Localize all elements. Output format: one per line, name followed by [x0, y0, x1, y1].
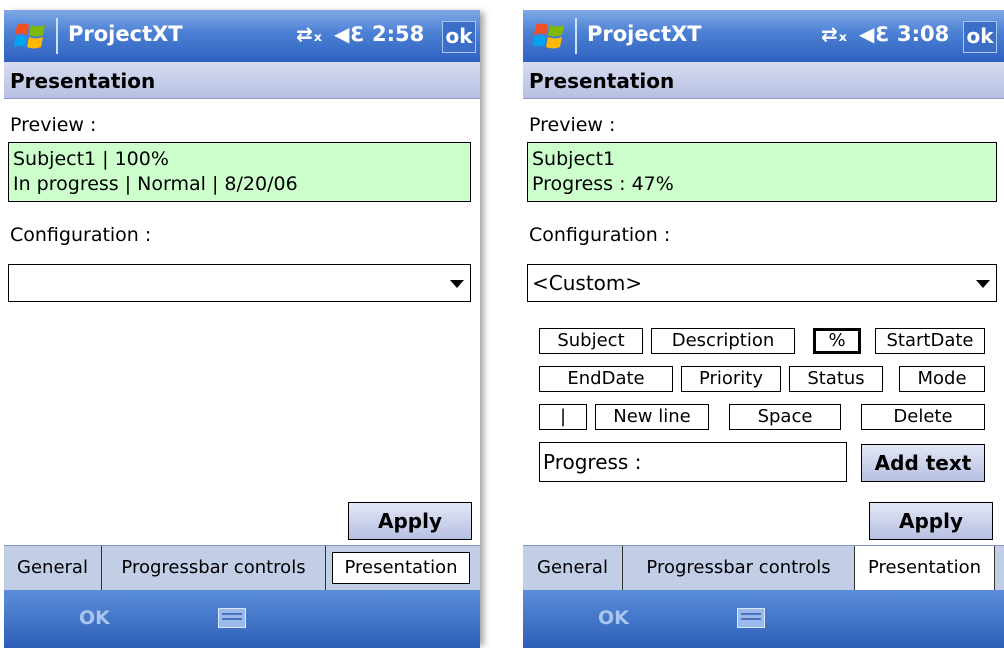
keyboard-icon[interactable] [737, 608, 765, 628]
tab-presentation[interactable]: Presentation [855, 546, 995, 590]
clock[interactable]: 2:58 [372, 22, 424, 46]
custom-text-input[interactable]: Progress : [539, 442, 847, 482]
tab-general[interactable]: General [523, 546, 623, 590]
add-text-button[interactable]: Add text [861, 444, 985, 482]
preview-line-2: Progress : 47% [532, 173, 674, 195]
tab-bar: General Progressbar controls Presentatio… [523, 545, 1004, 591]
apply-button[interactable]: Apply [869, 502, 993, 540]
token-mode-button[interactable]: Mode [899, 366, 985, 392]
token-space-button[interactable]: Space [729, 404, 841, 430]
chevron-down-icon [976, 280, 990, 288]
ok-button[interactable]: ok [442, 21, 476, 53]
configuration-label: Configuration : [529, 224, 671, 246]
preview-label: Preview : [10, 114, 97, 136]
app-title: ProjectXT [68, 22, 183, 46]
configuration-dropdown[interactable] [8, 264, 471, 302]
clock[interactable]: 3:08 [897, 22, 949, 46]
softkey-ok[interactable]: OK [598, 607, 629, 629]
token-pipe-button[interactable]: | [539, 404, 587, 430]
ok-button[interactable]: ok [963, 21, 997, 53]
keyboard-icon[interactable] [218, 608, 246, 628]
softkey-bar: OK [4, 590, 480, 648]
tab-progressbar-controls[interactable]: Progressbar controls [623, 546, 855, 590]
token-percent-button[interactable]: % [813, 328, 861, 354]
softkey-ok[interactable]: OK [79, 607, 110, 629]
title-bar: ProjectXT ⇄ₓ ◀ℇ 2:58 ok [4, 10, 480, 62]
page-header: Presentation [4, 62, 480, 99]
token-priority-button[interactable]: Priority [681, 366, 781, 392]
windows-logo-icon[interactable] [533, 19, 567, 53]
connectivity-icon[interactable]: ⇄ₓ [296, 22, 323, 46]
title-bar: ProjectXT ⇄ₓ ◀ℇ 3:08 ok [523, 10, 1004, 62]
chevron-down-icon [450, 280, 464, 288]
preview-label: Preview : [529, 114, 616, 136]
device-screen-2: ProjectXT ⇄ₓ ◀ℇ 3:08 ok Presentation Pre… [523, 10, 1004, 648]
page-title: Presentation [10, 69, 156, 93]
token-newline-button[interactable]: New line [595, 404, 709, 430]
speaker-icon[interactable]: ◀ℇ [334, 22, 364, 46]
preview-box: Subject1 | 100% In progress | Normal | 8… [8, 142, 471, 202]
token-status-button[interactable]: Status [789, 366, 883, 392]
speaker-icon[interactable]: ◀ℇ [859, 22, 889, 46]
custom-text-value: Progress : [543, 450, 642, 474]
token-startdate-button[interactable]: StartDate [875, 328, 985, 354]
preview-line-1: Subject1 [532, 148, 616, 170]
connectivity-icon[interactable]: ⇄ₓ [821, 22, 848, 46]
token-description-button[interactable]: Description [651, 328, 795, 354]
tab-progressbar-controls[interactable]: Progressbar controls [102, 546, 326, 590]
app-title: ProjectXT [587, 22, 702, 46]
configuration-label: Configuration : [10, 224, 152, 246]
tab-general[interactable]: General [4, 546, 102, 590]
preview-line-1: Subject1 | 100% [13, 148, 169, 170]
token-subject-button[interactable]: Subject [539, 328, 643, 354]
page-header: Presentation [523, 62, 1004, 99]
preview-line-2: In progress | Normal | 8/20/06 [13, 173, 298, 195]
softkey-bar: OK [523, 590, 1004, 648]
configuration-dropdown[interactable]: <Custom> [527, 264, 997, 302]
token-delete-button[interactable]: Delete [861, 404, 985, 430]
device-screen-1: ProjectXT ⇄ₓ ◀ℇ 2:58 ok Presentation Pre… [4, 10, 480, 648]
title-separator [56, 18, 58, 54]
apply-button[interactable]: Apply [348, 502, 472, 540]
page-title: Presentation [529, 69, 675, 93]
token-enddate-button[interactable]: EndDate [539, 366, 673, 392]
tab-presentation[interactable]: Presentation [332, 552, 470, 584]
preview-box: Subject1 Progress : 47% [527, 142, 997, 202]
tab-bar: General Progressbar controls Presentatio… [4, 545, 480, 591]
title-separator [575, 18, 577, 54]
configuration-value: <Custom> [532, 271, 643, 295]
windows-logo-icon[interactable] [14, 19, 48, 53]
